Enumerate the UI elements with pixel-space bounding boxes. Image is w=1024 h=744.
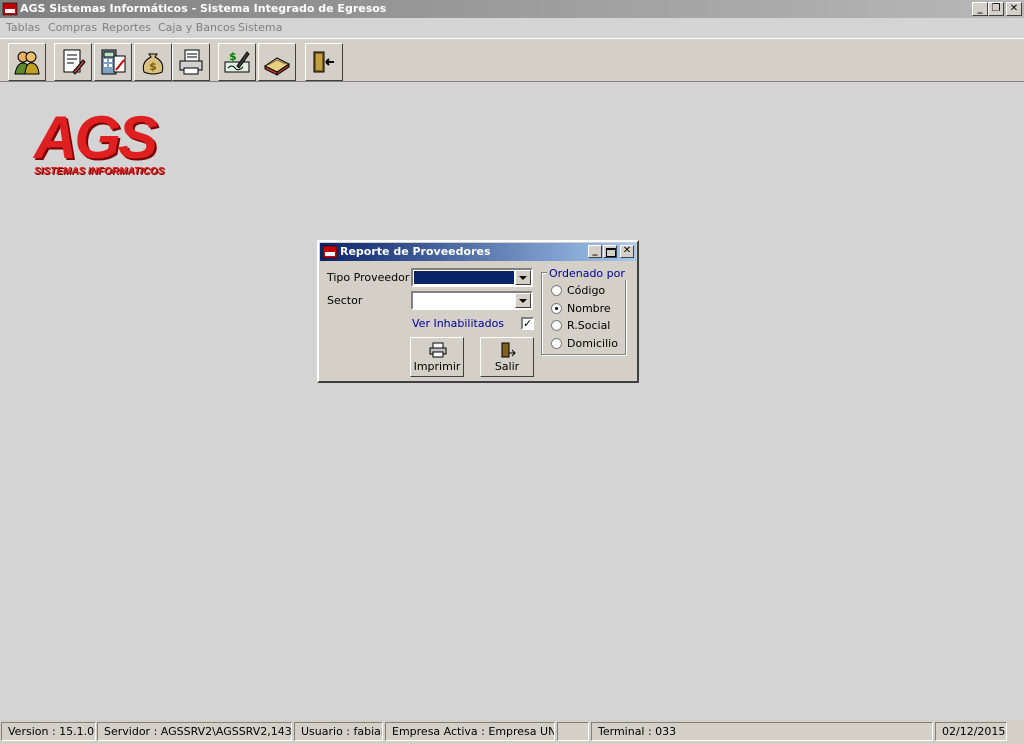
- close-button[interactable]: ✕: [1006, 2, 1022, 16]
- dialog-title-bar[interactable]: Reporte de Proveedores _ ✕: [320, 243, 636, 261]
- menu-sistema[interactable]: Sistema: [238, 21, 282, 34]
- money-bag-icon: $: [142, 53, 164, 75]
- users-icon: [14, 51, 40, 75]
- app-title: AGS Sistemas Informáticos - Sistema Inte…: [20, 2, 387, 15]
- menu-tablas[interactable]: Tablas: [6, 21, 40, 34]
- status-user: Usuario : fabian: [294, 722, 383, 741]
- exit-door-icon: [313, 51, 334, 73]
- status-company: Empresa Activa : Empresa UNO: [385, 722, 555, 741]
- status-date: 02/12/2015: [935, 722, 1007, 741]
- radio-razon-social-label[interactable]: R.Social: [567, 319, 610, 332]
- dialog-app-icon: [322, 245, 338, 259]
- restore-button[interactable]: ❐: [988, 2, 1004, 16]
- toolbar-exit-button[interactable]: [305, 43, 343, 81]
- imprimir-label: Imprimir: [413, 360, 461, 373]
- radio-codigo-label[interactable]: Código: [567, 284, 605, 297]
- logo-tagline: SISTEMAS INFORMATICOS: [34, 166, 165, 177]
- toolbar-document-button[interactable]: [54, 43, 92, 81]
- radio-codigo[interactable]: [551, 285, 562, 296]
- ver-inhabilitados-label: Ver Inhabilitados: [412, 317, 505, 330]
- radio-razon-social[interactable]: [551, 320, 562, 331]
- salir-label: Salir: [494, 360, 520, 373]
- menu-bar: Tablas Compras Reportes Caja y Bancos Si…: [0, 18, 1024, 38]
- sector-value: [414, 294, 514, 307]
- printer-icon: [429, 342, 447, 358]
- menu-compras[interactable]: Compras: [48, 21, 97, 34]
- svg-text:$: $: [149, 60, 157, 73]
- toolbar-users-button[interactable]: [8, 43, 46, 81]
- toolbar-money-button[interactable]: $: [134, 43, 172, 81]
- exit-door-icon: [501, 342, 516, 358]
- app-title-bar[interactable]: AGS Sistemas Informáticos - Sistema Inte…: [0, 0, 1024, 18]
- document-edit-icon: [63, 49, 86, 75]
- salir-button[interactable]: Salir: [480, 337, 534, 377]
- dialog-minimize-button[interactable]: _: [588, 245, 602, 258]
- chevron-down-icon[interactable]: [515, 293, 531, 308]
- status-version: Version : 15.1.0: [1, 722, 96, 741]
- reporte-proveedores-dialog: Reporte de Proveedores _ ✕ Tipo Proveedo…: [317, 240, 639, 383]
- dialog-title: Reporte de Proveedores: [340, 245, 491, 258]
- tipo-proveedor-select[interactable]: [411, 268, 533, 287]
- radio-nombre-label[interactable]: Nombre: [567, 302, 611, 315]
- radio-domicilio-label[interactable]: Domicilio: [567, 337, 618, 350]
- toolbar: $ $: [0, 38, 1024, 82]
- status-bar: Version : 15.1.0 Servidor : AGSSRV2\AGSS…: [0, 720, 1024, 744]
- printer-list-icon: [179, 49, 203, 75]
- radio-nombre[interactable]: [551, 303, 562, 314]
- ledger-book-icon: [264, 57, 290, 76]
- maximize-icon: [606, 248, 616, 257]
- sector-select[interactable]: [411, 291, 533, 310]
- ordenado-por-title: Ordenado por: [547, 267, 627, 280]
- menu-caja-y-bancos[interactable]: Caja y Bancos: [158, 21, 236, 34]
- imprimir-button[interactable]: Imprimir: [410, 337, 464, 377]
- toolbar-check-button[interactable]: $: [218, 43, 256, 81]
- dialog-maximize-button[interactable]: [603, 245, 617, 258]
- minimize-button[interactable]: _: [972, 2, 988, 16]
- menu-reportes[interactable]: Reportes: [102, 21, 151, 34]
- sector-label: Sector: [327, 294, 363, 307]
- radio-domicilio[interactable]: [551, 338, 562, 349]
- tipo-proveedor-value: [414, 271, 514, 284]
- toolbar-print-list-button[interactable]: [172, 43, 210, 81]
- app-icon: [2, 2, 18, 16]
- ags-logo: AGS SISTEMAS INFORMATICOS: [34, 104, 165, 178]
- logo-brand: AGS: [34, 104, 158, 171]
- dialog-close-button[interactable]: ✕: [620, 245, 634, 258]
- calculator-icon: [101, 49, 126, 75]
- check-sign-icon: $: [224, 50, 250, 73]
- status-terminal: Terminal : 033: [591, 722, 933, 741]
- toolbar-ledger-button[interactable]: [258, 43, 296, 81]
- ver-inhabilitados-checkbox[interactable]: ✓: [521, 317, 534, 330]
- svg-text:$: $: [229, 50, 237, 63]
- tipo-proveedor-label: Tipo Proveedor: [327, 271, 410, 284]
- chevron-down-icon[interactable]: [515, 270, 531, 285]
- status-blank: [557, 722, 589, 741]
- status-server: Servidor : AGSSRV2\AGSSRV2,1433: [97, 722, 292, 741]
- toolbar-calculator-button[interactable]: [94, 43, 132, 81]
